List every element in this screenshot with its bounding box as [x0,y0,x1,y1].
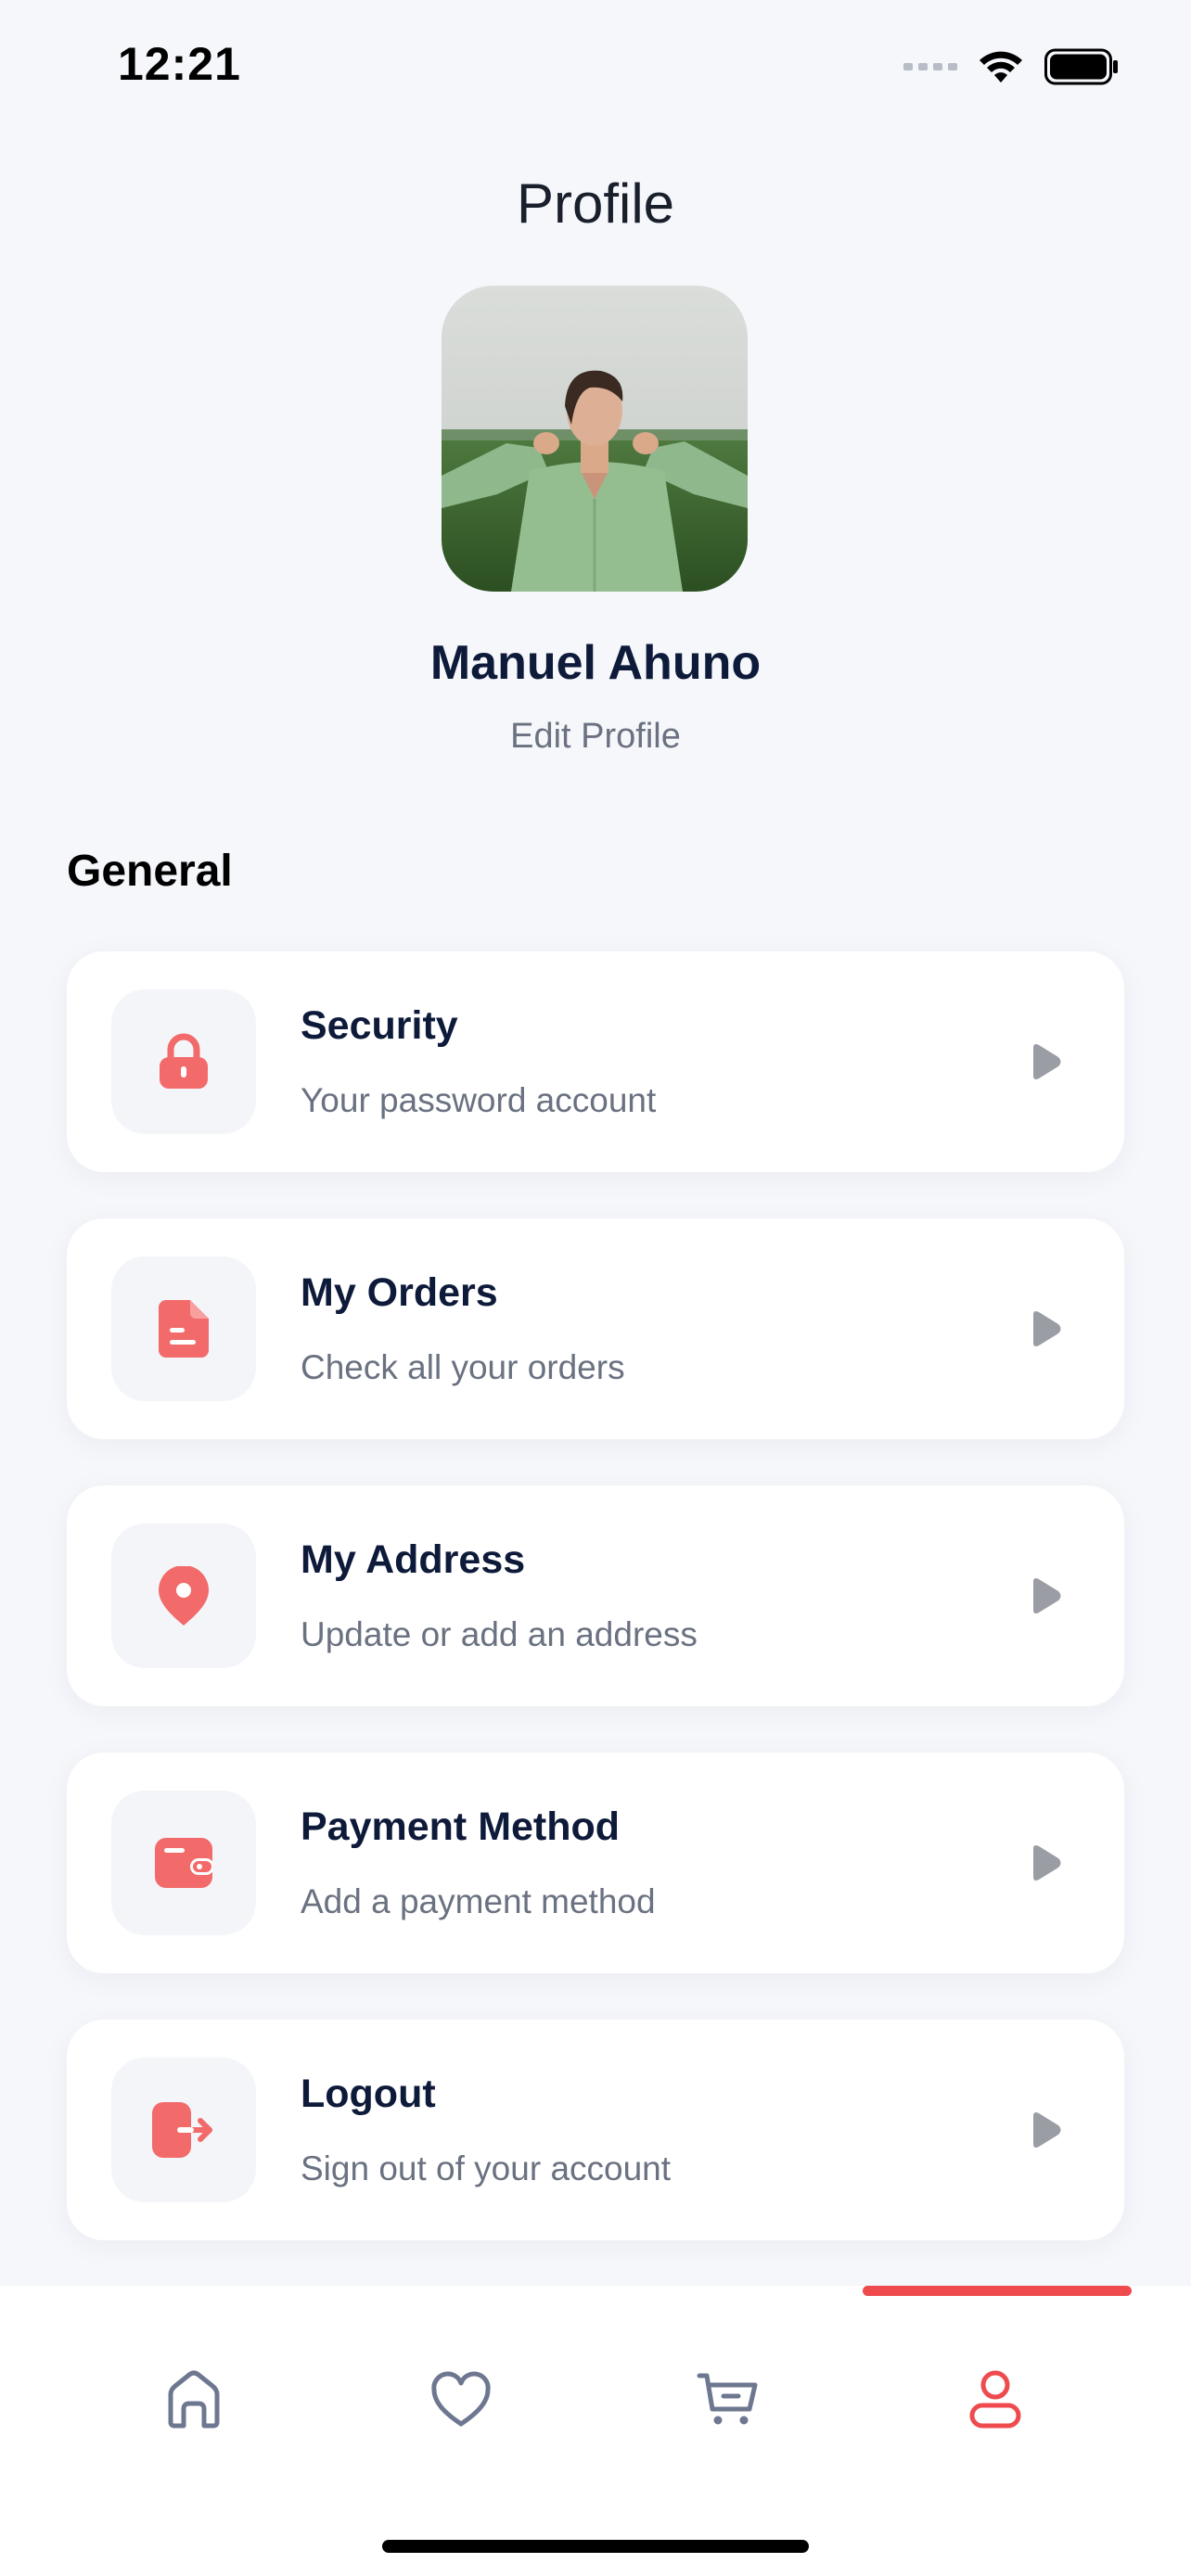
nav-favorites[interactable] [415,2353,507,2445]
edit-profile-link[interactable]: Edit Profile [0,717,1191,757]
chevron-right-icon [1033,1311,1061,1346]
home-indicator [382,2540,809,2553]
heart-icon [431,2371,491,2427]
wallet-icon [155,1838,212,1888]
menu-item-security[interactable]: Security Your password account [67,951,1124,1172]
home-icon [168,2370,220,2429]
menu-item-title: My Orders [301,1270,498,1315]
menu-item-my-orders[interactable]: My Orders Check all your orders [67,1218,1124,1439]
menu-item-title: Logout [301,2072,436,2116]
menu-item-subtitle: Your password account [301,1081,657,1119]
wifi-icon [980,51,1022,83]
status-icons [903,46,1119,87]
bottom-nav [0,2286,1191,2576]
page-title: Profile [516,172,675,235]
cart-icon [697,2373,758,2425]
menu-item-subtitle: Update or add an address [301,1615,698,1653]
battery-icon [1044,48,1118,85]
icon-box [111,1791,256,1935]
icon-box [111,1524,256,1668]
menu-item-subtitle: Add a payment method [301,1882,656,1920]
icon-box [111,989,256,1134]
document-icon [159,1300,209,1358]
nav-home[interactable] [147,2353,240,2445]
chevron-right-icon [1033,1578,1061,1613]
settings-menu: Security Your password account My Orders… [67,951,1124,2287]
menu-item-my-address[interactable]: My Address Update or add an address [67,1486,1124,1706]
location-pin-icon [159,1566,209,1626]
icon-box [111,2058,256,2202]
status-time: 12:21 [118,38,241,90]
section-title-general: General [67,847,233,896]
menu-item-subtitle: Sign out of your account [301,2149,672,2187]
logout-icon [152,2102,212,2158]
icon-box [111,1256,256,1401]
chevron-right-icon [1033,1044,1061,1079]
lock-icon [160,1033,208,1089]
user-name: Manuel Ahuno [429,636,762,690]
chevron-right-icon [1033,2112,1061,2148]
nav-profile[interactable] [949,2353,1042,2445]
menu-item-title: Security [301,1003,458,1048]
avatar[interactable] [442,286,748,592]
status-bar: 12:21 [0,0,1191,139]
menu-item-title: Payment Method [301,1804,621,1849]
nav-active-indicator [863,2286,1132,2296]
menu-item-title: My Address [301,1537,526,1582]
profile-icon [969,2370,1021,2429]
menu-item-payment-method[interactable]: Payment Method Add a payment method [67,1753,1124,1973]
menu-item-subtitle: Check all your orders [301,1348,625,1386]
nav-cart[interactable] [682,2353,775,2445]
signal-icon [903,63,957,70]
menu-item-logout[interactable]: Logout Sign out of your account [67,2020,1124,2240]
chevron-right-icon [1033,1845,1061,1881]
